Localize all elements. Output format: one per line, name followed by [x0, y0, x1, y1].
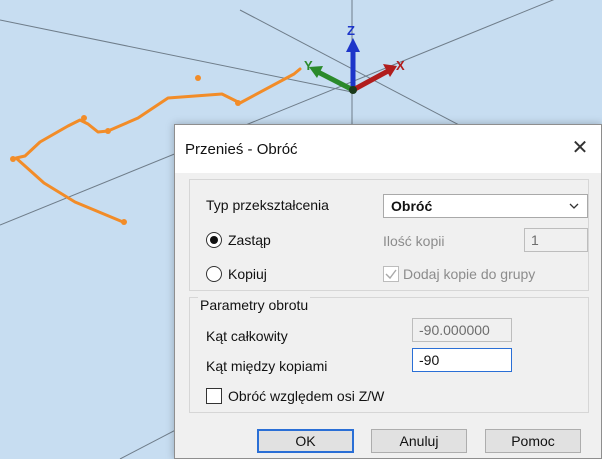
rotate-axis-checkbox[interactable] [206, 388, 222, 404]
transform-type-value: Obróć [391, 198, 433, 214]
path-node[interactable] [195, 75, 201, 81]
help-button[interactable]: Pomoc [485, 429, 581, 453]
rotation-group-legend: Parametry obrotu [198, 297, 311, 313]
path-node[interactable] [10, 156, 16, 162]
dialog-title: Przenieś - Obróć [185, 141, 298, 158]
transform-group: Typ przekształcenia Obróć Zastąp Ilość k… [189, 179, 589, 291]
z-axis-label: Z [347, 23, 355, 38]
replace-radio[interactable] [206, 232, 222, 248]
total-angle-label: Kąt całkowity [206, 328, 288, 344]
path-node[interactable] [235, 100, 241, 106]
path-node[interactable] [121, 219, 127, 225]
replace-label[interactable]: Zastąp [228, 232, 271, 248]
copy-radio[interactable] [206, 266, 222, 282]
move-rotate-dialog: Przenieś - Obróć ✕ Typ przekształcenia O… [174, 124, 602, 459]
add-copies-checkbox[interactable] [383, 266, 399, 282]
copies-count-input[interactable]: 1 [524, 228, 588, 252]
ok-button[interactable]: OK [257, 429, 354, 453]
y-axis-label: Y [304, 58, 313, 73]
total-angle-input[interactable]: -90.000000 [412, 318, 512, 342]
cancel-button[interactable]: Anuluj [371, 429, 467, 453]
rotation-parameters-group: Parametry obrotu Kąt całkowity -90.00000… [189, 297, 589, 413]
transform-type-select[interactable]: Obróć [383, 194, 588, 218]
close-icon[interactable]: ✕ [567, 135, 593, 161]
x-axis-label: X [396, 58, 405, 73]
path-node[interactable] [81, 115, 87, 121]
transform-type-label: Typ przekształcenia [206, 197, 329, 213]
angle-between-copies-input[interactable]: -90 [412, 348, 512, 372]
copy-label[interactable]: Kopiuj [228, 266, 267, 282]
path-node[interactable] [105, 128, 111, 134]
dialog-body: Typ przekształcenia Obróć Zastąp Ilość k… [175, 173, 601, 458]
chevron-down-icon [569, 203, 579, 209]
add-copies-label: Dodaj kopie do grupy [403, 266, 536, 282]
angle-between-copies-label: Kąt między kopiami [206, 358, 328, 374]
rotate-axis-label[interactable]: Obróć względem osi Z/W [228, 388, 384, 404]
checkmark-icon [385, 269, 397, 280]
copies-count-label: Ilość kopii [383, 233, 445, 249]
